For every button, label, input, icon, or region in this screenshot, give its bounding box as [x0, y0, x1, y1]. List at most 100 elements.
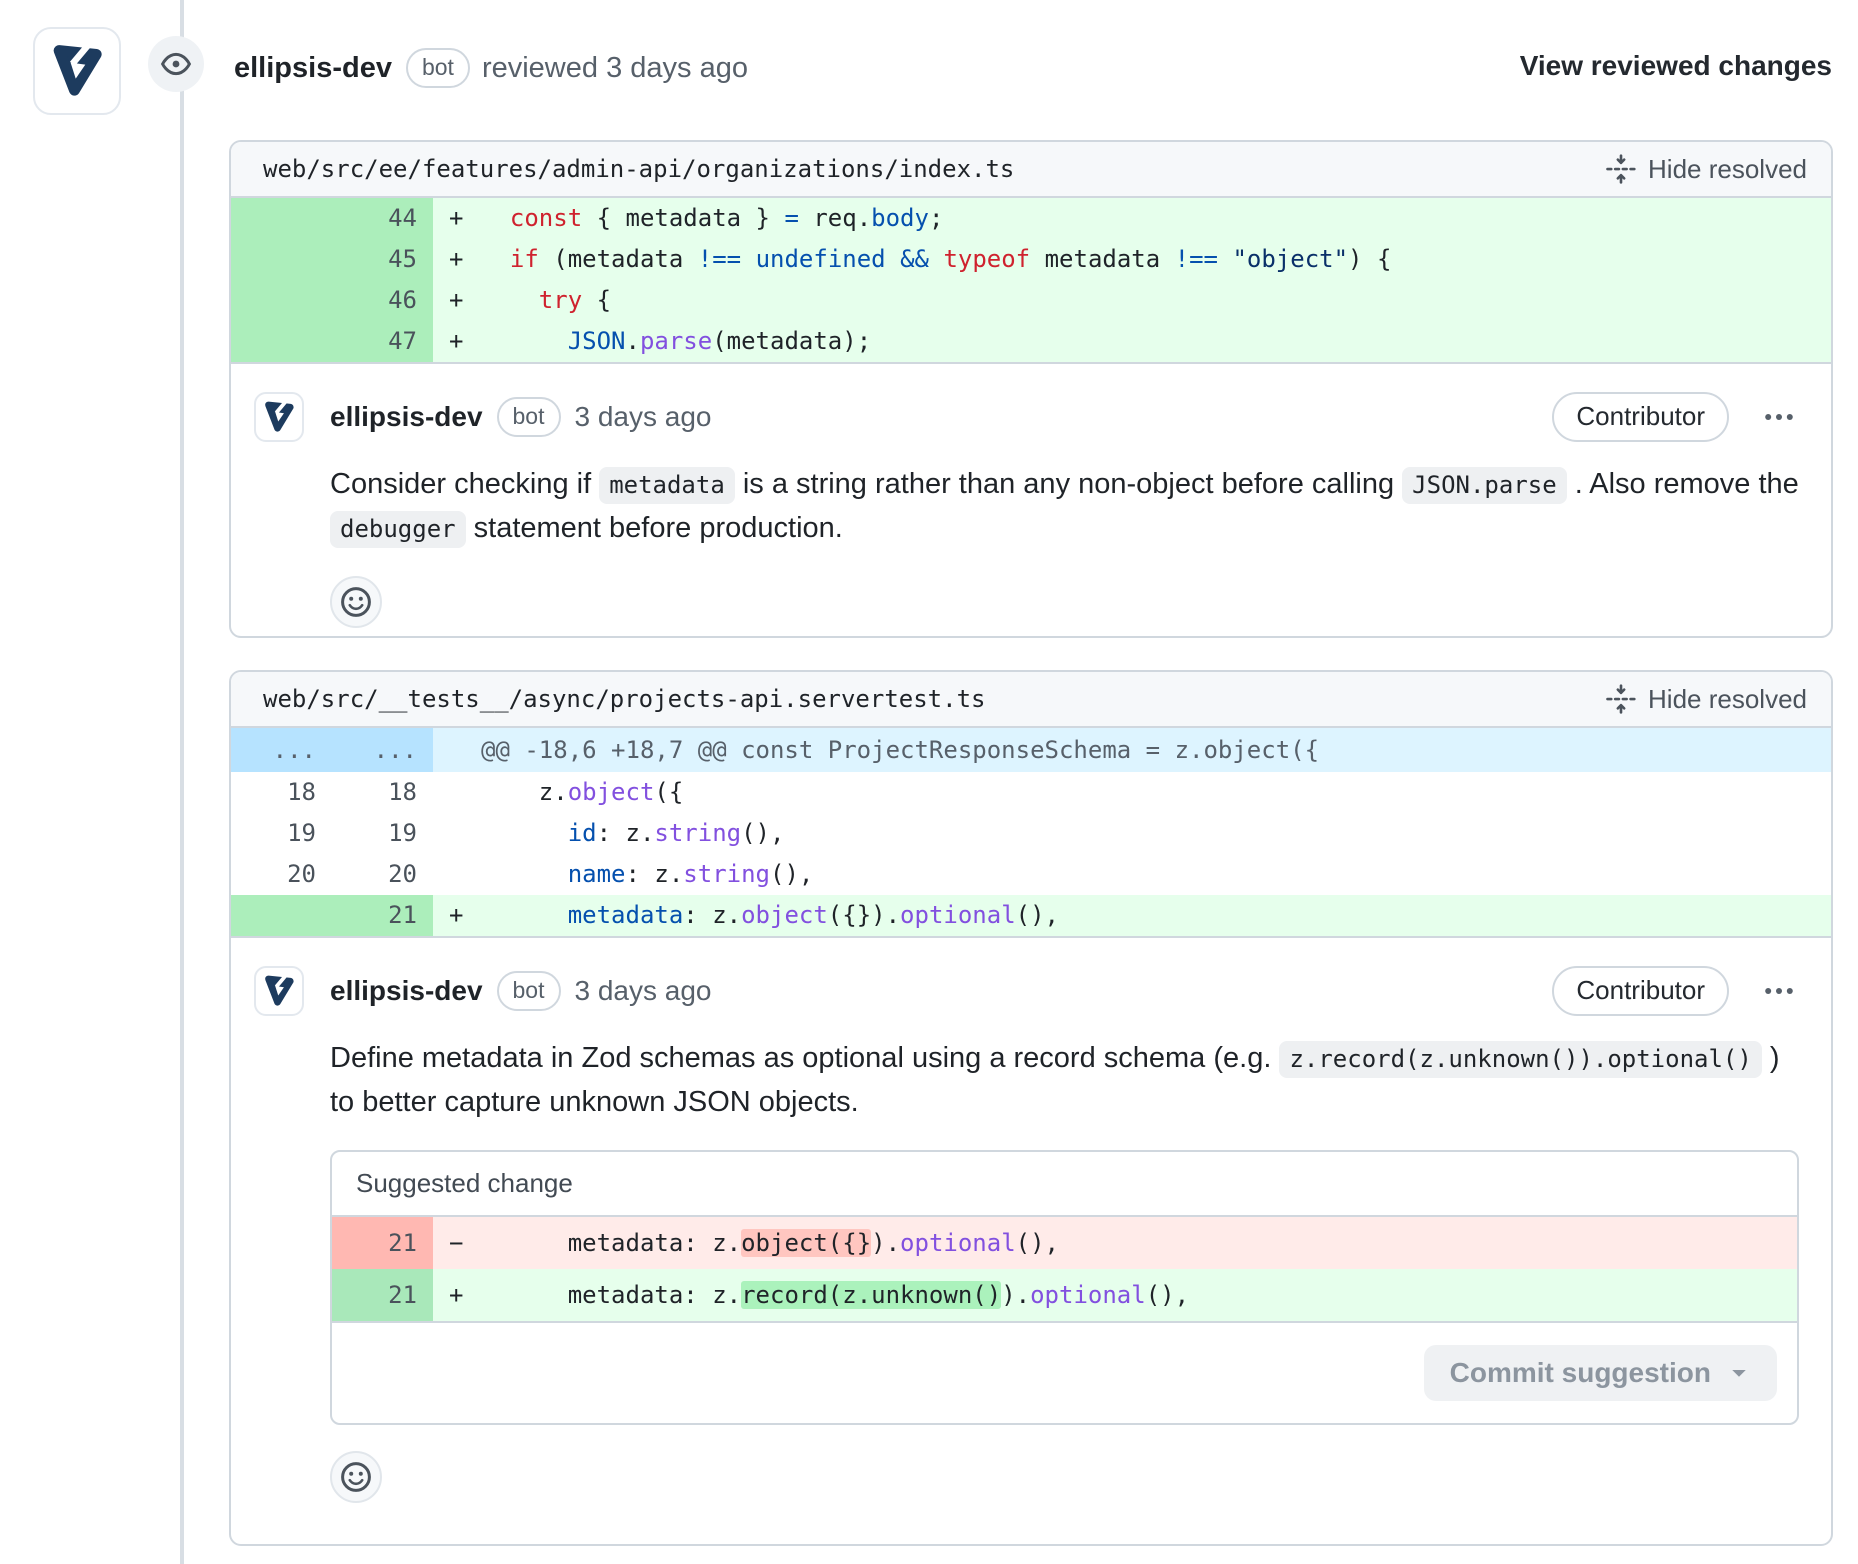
- kebab-menu-button[interactable]: [1759, 401, 1799, 433]
- review-comment: ellipsis-dev bot 3 days ago Contributor …: [231, 362, 1831, 638]
- hide-resolved-button[interactable]: Hide resolved: [1606, 684, 1807, 715]
- code-line: JSON.parse(metadata);: [481, 321, 1831, 362]
- code-line: name: z.string(),: [481, 854, 1831, 895]
- diff-table: ......@@ -18,6 +18,7 @@ const ProjectRes…: [231, 728, 1831, 936]
- inline-code: JSON.parse: [1402, 467, 1567, 504]
- timeline-line: [180, 0, 184, 1564]
- new-line-number: 19: [332, 813, 433, 854]
- diff-row: 44+ const { metadata } = req.body;: [231, 198, 1831, 239]
- bot-badge: bot: [406, 48, 470, 88]
- new-line-number: 46: [332, 280, 433, 321]
- suggestion-box: Suggested change 21− metadata: z.object(…: [330, 1150, 1799, 1425]
- old-line-number: [231, 198, 332, 239]
- file-header: web/src/ee/features/admin-api/organizati…: [231, 142, 1831, 198]
- old-line-number: 18: [231, 772, 332, 813]
- comment-timestamp[interactable]: 3 days ago: [575, 975, 712, 1007]
- code-line: metadata: z.record(z.unknown()).optional…: [481, 1269, 1797, 1321]
- review-author[interactable]: ellipsis-dev: [234, 52, 392, 85]
- inline-code: debugger: [330, 511, 466, 548]
- diff-sign: +: [433, 321, 481, 362]
- diff-sign: +: [433, 1269, 481, 1321]
- old-line-number: 19: [231, 813, 332, 854]
- old-line-number: ...: [231, 728, 332, 772]
- diff-row: 46+ try {: [231, 280, 1831, 321]
- diff-row: 2020 name: z.string(),: [231, 854, 1831, 895]
- code-line: z.object({: [481, 772, 1831, 813]
- inline-code: z.record(z.unknown()).optional(): [1279, 1041, 1761, 1078]
- comment-body: Define metadata in Zod schemas as option…: [330, 1036, 1799, 1124]
- ellipsis-logo-icon: [45, 39, 109, 103]
- review-thread-card-2: web/src/__tests__/async/projects-api.ser…: [229, 670, 1833, 1546]
- ellipsis-logo-icon: [260, 972, 298, 1010]
- diff-row: 1919 id: z.string(),: [231, 813, 1831, 854]
- comment-body: Consider checking if metadata is a strin…: [330, 462, 1799, 550]
- old-line-number: 20: [231, 854, 332, 895]
- diff-row: 45+ if (metadata !== undefined && typeof…: [231, 239, 1831, 280]
- contributor-badge: Contributor: [1552, 392, 1729, 442]
- suggestion-title: Suggested change: [332, 1152, 1797, 1217]
- emoji-reaction-button[interactable]: [330, 1451, 382, 1503]
- comment-author[interactable]: ellipsis-dev: [330, 401, 483, 433]
- code-line: try {: [481, 280, 1831, 321]
- code-line: metadata: z.object({}).optional(),: [481, 1217, 1797, 1269]
- comment-author[interactable]: ellipsis-dev: [330, 975, 483, 1007]
- diff-sign: +: [433, 198, 481, 239]
- comment-timestamp[interactable]: 3 days ago: [575, 401, 712, 433]
- diff-row: 21− metadata: z.object({}).optional(),: [332, 1217, 1797, 1269]
- review-avatar[interactable]: [33, 27, 121, 115]
- old-line-number: [231, 895, 332, 936]
- diff-row: 21+ metadata: z.object({}).optional(),: [231, 895, 1831, 936]
- diff-row: 47+ JSON.parse(metadata);: [231, 321, 1831, 362]
- smiley-icon: [340, 1461, 372, 1493]
- comment-bot-badge: bot: [497, 971, 561, 1011]
- emoji-reaction-button[interactable]: [330, 576, 382, 628]
- diff-sign: +: [433, 280, 481, 321]
- comment-header: ellipsis-dev bot 3 days ago Contributor: [254, 966, 1799, 1016]
- diff-sign: [433, 813, 481, 854]
- hide-resolved-label: Hide resolved: [1648, 154, 1807, 185]
- comment-bot-badge: bot: [497, 397, 561, 437]
- kebab-icon: [1763, 401, 1795, 433]
- diff-row: ......@@ -18,6 +18,7 @@ const ProjectRes…: [231, 728, 1831, 772]
- new-line-number: 45: [332, 239, 433, 280]
- kebab-icon: [1763, 975, 1795, 1007]
- diff-sign: +: [433, 895, 481, 936]
- old-line-number: [231, 280, 332, 321]
- diff-sign: +: [433, 239, 481, 280]
- eye-icon-badge: [148, 36, 204, 92]
- eye-icon: [160, 48, 192, 80]
- old-line-number: [231, 239, 332, 280]
- commit-suggestion-button[interactable]: Commit suggestion: [1424, 1345, 1777, 1401]
- ellipsis-logo-icon: [260, 398, 298, 436]
- inline-code: metadata: [599, 467, 735, 504]
- file-header: web/src/__tests__/async/projects-api.ser…: [231, 672, 1831, 728]
- new-line-number: 18: [332, 772, 433, 813]
- code-line: if (metadata !== undefined && typeof met…: [481, 239, 1831, 280]
- new-line-number: 47: [332, 321, 433, 362]
- code-line: const { metadata } = req.body;: [481, 198, 1831, 239]
- new-line-number: 21: [332, 895, 433, 936]
- diff-row: 21+ metadata: z.record(z.unknown()).opti…: [332, 1269, 1797, 1321]
- file-path: web/src/ee/features/admin-api/organizati…: [263, 155, 1014, 183]
- smiley-icon: [340, 586, 372, 618]
- review-action-text: reviewed 3 days ago: [482, 52, 748, 85]
- review-header: ellipsis-dev bot reviewed 3 days ago Vie…: [0, 0, 1858, 140]
- diff-sign: [433, 728, 481, 772]
- hide-resolved-button[interactable]: Hide resolved: [1606, 154, 1807, 185]
- code-line: @@ -18,6 +18,7 @@ const ProjectResponseS…: [481, 728, 1831, 772]
- review-thread-card-1: web/src/ee/features/admin-api/organizati…: [229, 140, 1833, 638]
- review-comment: ellipsis-dev bot 3 days ago Contributor …: [231, 936, 1831, 1546]
- fold-icon: [1606, 684, 1636, 714]
- fold-icon: [1606, 154, 1636, 184]
- diff-sign: [433, 772, 481, 813]
- comment-avatar[interactable]: [254, 392, 304, 442]
- kebab-menu-button[interactable]: [1759, 975, 1799, 1007]
- code-line: metadata: z.object({}).optional(),: [481, 895, 1831, 936]
- new-line-number: 21: [332, 1269, 433, 1321]
- caret-down-icon: [1727, 1361, 1751, 1385]
- diff-row: 1818 z.object({: [231, 772, 1831, 813]
- new-line-number: 21: [332, 1217, 433, 1269]
- new-line-number: 44: [332, 198, 433, 239]
- view-reviewed-changes-link[interactable]: View reviewed changes: [1520, 50, 1832, 82]
- comment-avatar[interactable]: [254, 966, 304, 1016]
